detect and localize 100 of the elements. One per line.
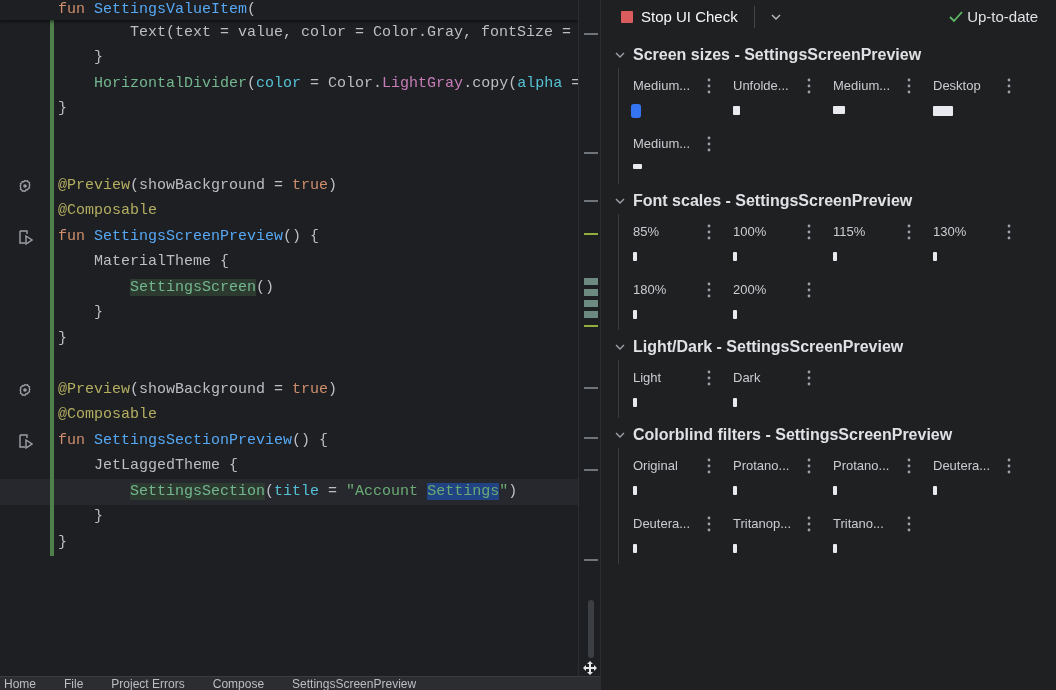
preview-label: Unfolde... xyxy=(733,77,790,95)
preview-label: Dark xyxy=(733,369,762,387)
code-line: } xyxy=(93,303,104,324)
preview-thumbnail[interactable] xyxy=(633,397,637,407)
preview-label: 180% xyxy=(633,281,668,299)
code-line: } xyxy=(58,328,67,349)
preview-thumbnail[interactable] xyxy=(833,251,837,261)
preview-label: Medium... xyxy=(633,135,692,153)
preview-thumbnail[interactable] xyxy=(633,163,642,169)
chevron-down-icon[interactable] xyxy=(615,430,625,440)
chevron-down-icon[interactable] xyxy=(615,342,625,352)
more-options-icon[interactable] xyxy=(907,515,911,532)
tool-tab[interactable]: Project Errors xyxy=(111,677,185,690)
code-line: } xyxy=(93,48,104,69)
more-options-icon[interactable] xyxy=(707,369,711,386)
preview-thumbnail[interactable] xyxy=(733,251,737,261)
more-options-icon[interactable] xyxy=(707,457,711,474)
preview-label: 85% xyxy=(633,223,661,241)
code-line: SettingsSection(title = "Account Settings") xyxy=(129,481,518,502)
preview-thumbnail[interactable] xyxy=(733,105,740,115)
tool-tab[interactable]: Home xyxy=(4,677,36,690)
preview-label: Desktop xyxy=(933,77,982,95)
more-options-icon[interactable] xyxy=(907,457,911,474)
preview-label: 130% xyxy=(933,223,968,241)
chevron-down-icon[interactable] xyxy=(770,14,781,20)
section-title: Colorblind filters - SettingsScreenPreview xyxy=(633,425,953,445)
preview-thumbnail[interactable] xyxy=(733,485,737,495)
gear-icon[interactable] xyxy=(18,382,32,397)
run-preview-icon[interactable] xyxy=(17,432,33,449)
section-title: Light/Dark - SettingsScreenPreview xyxy=(633,337,904,357)
preview-thumbnail[interactable] xyxy=(933,251,937,261)
preview-label: Tritanop... xyxy=(733,515,793,533)
preview-thumbnail[interactable] xyxy=(933,105,953,116)
code-line: fun SettingsValueItem( xyxy=(58,0,257,20)
status-text: Up-to-date xyxy=(967,6,1038,27)
more-options-icon[interactable] xyxy=(1007,223,1011,240)
more-options-icon[interactable] xyxy=(707,77,711,94)
check-icon xyxy=(949,11,964,23)
more-options-icon[interactable] xyxy=(807,457,811,474)
preview-thumbnail[interactable] xyxy=(833,485,837,495)
move-icon[interactable] xyxy=(581,660,598,676)
preview-label: 115% xyxy=(833,223,867,241)
preview-label: Light xyxy=(633,369,663,387)
preview-thumbnail[interactable] xyxy=(633,105,639,116)
more-options-icon[interactable] xyxy=(707,135,711,152)
preview-label: Tritano... xyxy=(833,515,885,533)
more-options-icon[interactable] xyxy=(807,369,811,386)
stop-ui-check-button[interactable]: Stop UI Check xyxy=(621,5,738,29)
code-line: JetLaggedTheme { xyxy=(93,456,239,477)
more-options-icon[interactable] xyxy=(1007,77,1011,94)
more-options-icon[interactable] xyxy=(707,223,711,240)
preview-thumbnail[interactable] xyxy=(733,397,737,407)
code-line: fun SettingsScreenPreview() { xyxy=(58,226,320,247)
preview-label: Medium... xyxy=(833,77,892,95)
code-line: } xyxy=(58,99,67,120)
more-options-icon[interactable] xyxy=(907,223,911,240)
section-title: Screen sizes - SettingsScreenPreview xyxy=(633,45,922,65)
preview-label: Protano... xyxy=(833,457,891,475)
preview-thumbnail[interactable] xyxy=(833,543,837,553)
preview-label: 100% xyxy=(733,223,768,241)
chevron-down-icon[interactable] xyxy=(615,196,625,206)
preview-label: Protano... xyxy=(733,457,791,475)
preview-label: 200% xyxy=(733,281,768,299)
preview-label: Original xyxy=(633,457,679,475)
preview-thumbnail[interactable] xyxy=(733,543,737,553)
more-options-icon[interactable] xyxy=(807,223,811,240)
tool-tab[interactable]: File xyxy=(64,677,84,690)
more-options-icon[interactable] xyxy=(807,281,811,298)
code-line: } xyxy=(93,507,104,528)
code-line: @Preview(showBackground = true) xyxy=(58,379,338,400)
preview-thumbnail[interactable] xyxy=(633,543,637,553)
code-line: Text(text = value, color = Color.Gray, fontSize = xyxy=(129,22,572,43)
preview-thumbnail[interactable] xyxy=(633,309,637,319)
preview-label: Medium... xyxy=(633,77,692,95)
code-line: SettingsScreen() xyxy=(129,277,275,298)
code-line: @Preview(showBackground = true) xyxy=(58,175,338,196)
more-options-icon[interactable] xyxy=(907,77,911,94)
code-line: fun SettingsSectionPreview() { xyxy=(58,430,329,451)
preview-thumbnail[interactable] xyxy=(733,309,737,319)
preview-thumbnail[interactable] xyxy=(833,105,845,114)
chevron-down-icon[interactable] xyxy=(615,50,625,60)
code-line: @Composable xyxy=(58,201,158,222)
preview-label: Deutera... xyxy=(633,515,692,533)
tool-tab[interactable]: SettingsScreenPreview xyxy=(292,677,417,690)
more-options-icon[interactable] xyxy=(807,515,811,532)
preview-thumbnail[interactable] xyxy=(633,485,637,495)
stop-icon xyxy=(621,11,633,23)
section-title: Font scales - SettingsScreenPreview xyxy=(633,191,913,211)
gear-icon[interactable] xyxy=(18,178,32,193)
code-line: @Composable xyxy=(58,405,158,426)
code-line: MaterialTheme { xyxy=(93,252,230,273)
more-options-icon[interactable] xyxy=(707,281,711,298)
code-line: } xyxy=(58,532,67,553)
preview-thumbnail[interactable] xyxy=(633,251,637,261)
more-options-icon[interactable] xyxy=(807,77,811,94)
more-options-icon[interactable] xyxy=(707,515,711,532)
preview-thumbnail[interactable] xyxy=(933,485,937,495)
tool-tab[interactable]: Compose xyxy=(212,677,265,690)
run-preview-icon[interactable] xyxy=(17,228,33,245)
more-options-icon[interactable] xyxy=(1007,457,1011,474)
